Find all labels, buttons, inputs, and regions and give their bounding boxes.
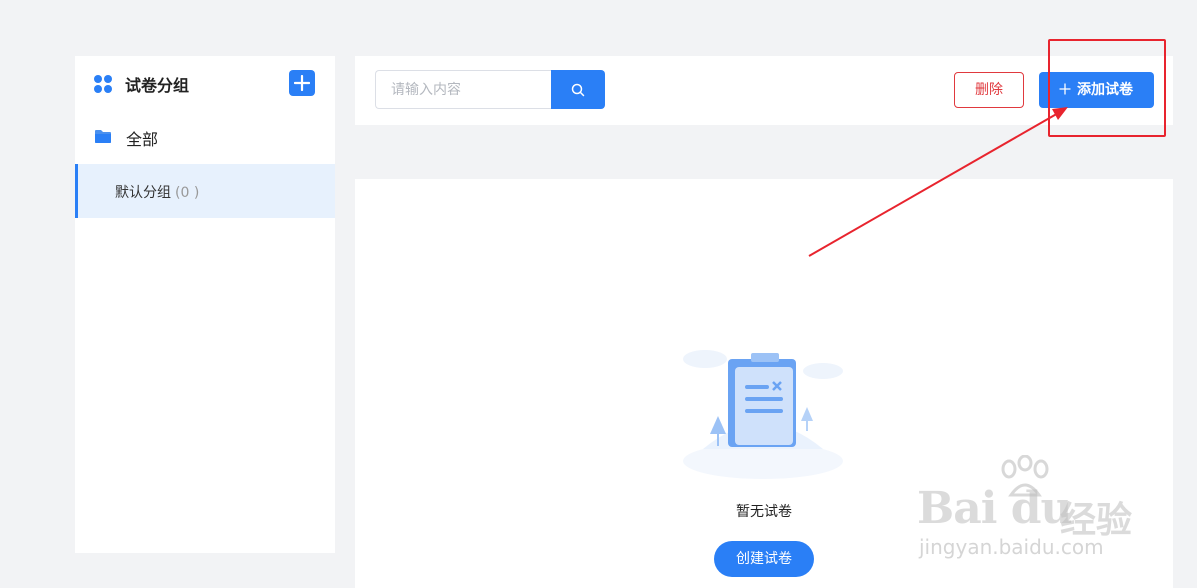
sidebar-item-label: 默认分组 (0 ) xyxy=(115,182,199,202)
grid-icon xyxy=(94,75,112,93)
delete-button[interactable]: 删除 xyxy=(954,72,1024,108)
sidebar-header: 试卷分组 xyxy=(75,56,335,110)
empty-clipboard-illustration xyxy=(683,350,843,479)
page: 试卷分组 全部 默认分组(0 ) 删除 xyxy=(0,0,1197,588)
add-paper-button[interactable]: 添加试卷 xyxy=(1039,72,1154,108)
sidebar-item-label: 全部 xyxy=(126,130,159,149)
sidebar-item-default-group[interactable]: 默认分组 (0 ) xyxy=(75,164,335,218)
create-paper-button[interactable]: 创建试卷 xyxy=(714,541,814,577)
search-icon xyxy=(571,83,585,97)
sidebar-item-all[interactable]: 全部 xyxy=(75,110,335,164)
paper-list-panel: 暂无试卷 创建试卷 xyxy=(355,179,1173,588)
plus-icon xyxy=(1059,83,1071,95)
group-name: 默认分组 xyxy=(115,185,171,201)
search-button[interactable] xyxy=(551,70,605,109)
toolbar: 删除 添加试卷 xyxy=(355,56,1173,125)
search-input[interactable] xyxy=(375,70,551,109)
add-group-button[interactable] xyxy=(289,70,315,96)
add-paper-label: 添加试卷 xyxy=(1077,82,1133,98)
folder-icon xyxy=(95,130,111,143)
sidebar-title: 试卷分组 xyxy=(125,76,190,95)
empty-state-text: 暂无试卷 xyxy=(736,504,792,520)
group-count: (0 ) xyxy=(175,185,200,201)
group-sidebar: 试卷分组 全部 默认分组 (0 ) xyxy=(75,56,335,553)
plus-icon xyxy=(294,75,310,91)
